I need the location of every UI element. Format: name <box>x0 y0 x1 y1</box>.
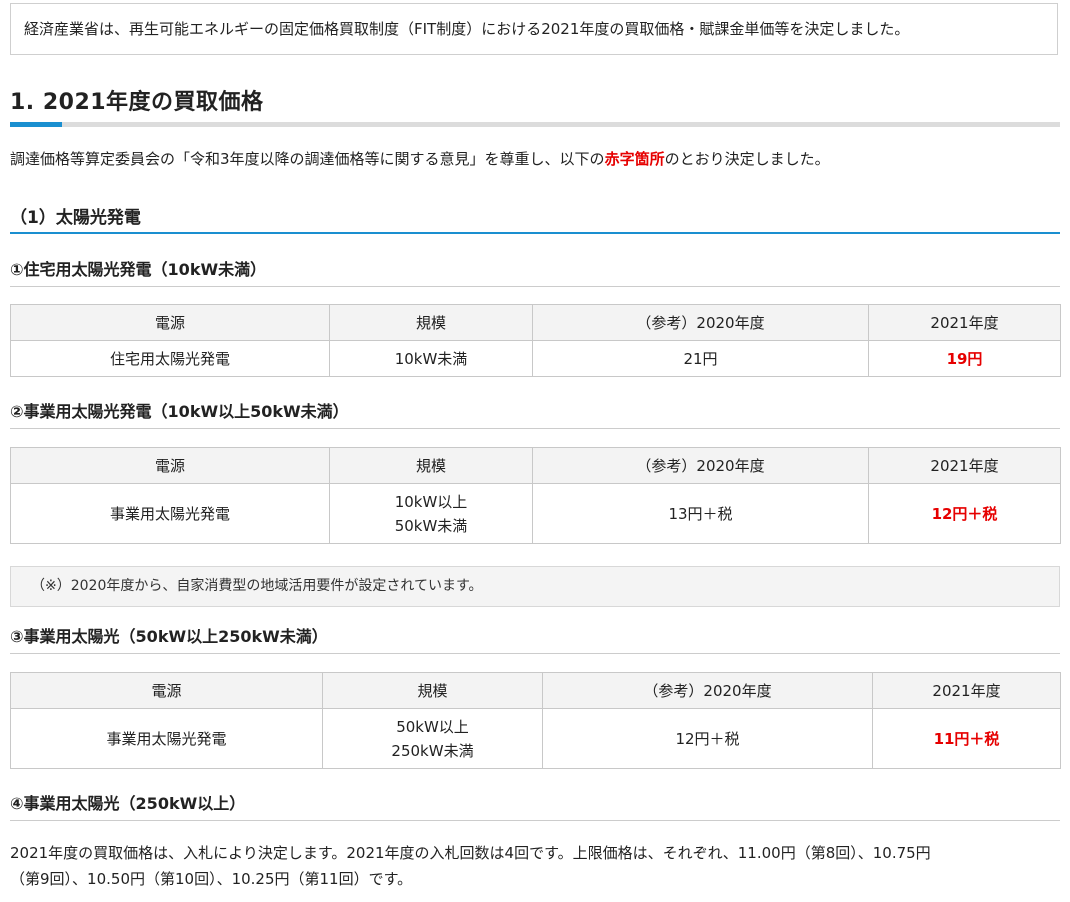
header-source: 電源 <box>10 672 323 709</box>
cell-fy2021: 11円＋税 <box>872 708 1061 769</box>
lead-paragraph: 調達価格等算定委員会の「令和3年度以降の調達価格等に関する意見」を尊重し、以下の… <box>10 148 830 169</box>
auction-paragraph: 2021年度の買取価格は、入札により決定します。2021年度の入札回数は4回です… <box>10 840 1060 892</box>
header-scale: 規模 <box>329 447 533 484</box>
cell-source: 事業用太陽光発電 <box>10 708 323 769</box>
note-box: （※）2020年度から、自家消費型の地域活用要件が設定されています。 <box>10 566 1060 607</box>
cell-source: 住宅用太陽光発電 <box>10 340 330 377</box>
note-text: （※）2020年度から、自家消費型の地域活用要件が設定されています。 <box>31 578 483 594</box>
header-scale: 規模 <box>322 672 543 709</box>
auction-paragraph-line1: 2021年度の買取価格は、入札により決定します。2021年度の入札回数は4回です… <box>10 844 931 862</box>
table1-title: ①住宅用太陽光発電（10kW未満） <box>10 260 267 279</box>
header-fy2021: 2021年度 <box>868 304 1061 341</box>
table1: 電源 規模 （参考）2020年度 2021年度 住宅用太陽光発電 10kW未満 … <box>10 304 1061 377</box>
cell-scale-line2: 250kW未満 <box>391 741 474 760</box>
header-source: 電源 <box>10 304 330 341</box>
cell-scale: 10kW未満 <box>329 340 533 377</box>
auction-paragraph-line2: （第9回）、10.50円（第10回）、10.25円（第11回）です。 <box>10 870 413 888</box>
table3-title: ③事業用太陽光（50kW以上250kW未満） <box>10 627 328 646</box>
subsection-title-solar: （1）太陽光発電 <box>10 208 141 228</box>
table-row: 住宅用太陽光発電 10kW未満 21円 19円 <box>10 340 1061 377</box>
table3-title-rule <box>10 653 1060 654</box>
header-source: 電源 <box>10 447 330 484</box>
cell-scale-line1: 50kW以上 <box>396 717 469 736</box>
cell-ref2020: 21円 <box>532 340 869 377</box>
table-row: 事業用太陽光発電 50kW以上 250kW未満 12円＋税 11円＋税 <box>10 708 1061 769</box>
table3-header-row: 電源 規模 （参考）2020年度 2021年度 <box>10 672 1061 709</box>
lead-text-red: 赤字箇所 <box>604 150 665 168</box>
table2-header-row: 電源 規模 （参考）2020年度 2021年度 <box>10 447 1061 484</box>
table2-title-rule <box>10 428 1060 429</box>
table2-title: ②事業用太陽光発電（10kW以上50kW未満） <box>10 402 349 421</box>
header-fy2021: 2021年度 <box>868 447 1061 484</box>
cell-ref2020: 12円＋税 <box>542 708 873 769</box>
table1-header-row: 電源 規模 （参考）2020年度 2021年度 <box>10 304 1061 341</box>
header-ref2020: （参考）2020年度 <box>532 447 869 484</box>
cell-scale: 10kW以上 50kW未満 <box>329 483 533 544</box>
header-fy2021: 2021年度 <box>872 672 1061 709</box>
header-scale: 規模 <box>329 304 533 341</box>
subsection-title-underline <box>10 232 1060 234</box>
header-ref2020: （参考）2020年度 <box>542 672 873 709</box>
table-row: 事業用太陽光発電 10kW以上 50kW未満 13円＋税 12円＋税 <box>10 483 1061 544</box>
header-ref2020: （参考）2020年度 <box>532 304 869 341</box>
cell-scale-line2: 50kW未満 <box>394 516 468 535</box>
lead-text-after: のとおり決定しました。 <box>664 150 830 168</box>
cell-fy2021: 12円＋税 <box>868 483 1061 544</box>
table3: 電源 規模 （参考）2020年度 2021年度 事業用太陽光発電 50kW以上 … <box>10 672 1061 769</box>
cell-scale-line1: 10kW以上 <box>394 492 468 511</box>
table4-title: ④事業用太陽光（250kW以上） <box>10 794 246 813</box>
lead-text-before: 調達価格等算定委員会の「令和3年度以降の調達価格等に関する意見」を尊重し、以下の <box>10 150 605 168</box>
table1-title-rule <box>10 286 1060 287</box>
intro-box: 経済産業省は、再生可能エネルギーの固定価格買取制度（FIT制度）における2021… <box>10 3 1058 55</box>
section-title: 1. 2021年度の買取価格 <box>10 90 264 115</box>
table2: 電源 規模 （参考）2020年度 2021年度 事業用太陽光発電 10kW以上 … <box>10 447 1061 544</box>
intro-text: 経済産業省は、再生可能エネルギーの固定価格買取制度（FIT制度）における2021… <box>24 20 910 38</box>
table4-title-rule <box>10 820 1060 821</box>
section-title-underline <box>10 122 1060 127</box>
cell-fy2021: 19円 <box>868 340 1061 377</box>
section-title-accent <box>10 122 62 127</box>
cell-source: 事業用太陽光発電 <box>10 483 330 544</box>
cell-ref2020: 13円＋税 <box>532 483 869 544</box>
cell-scale: 50kW以上 250kW未満 <box>322 708 543 769</box>
